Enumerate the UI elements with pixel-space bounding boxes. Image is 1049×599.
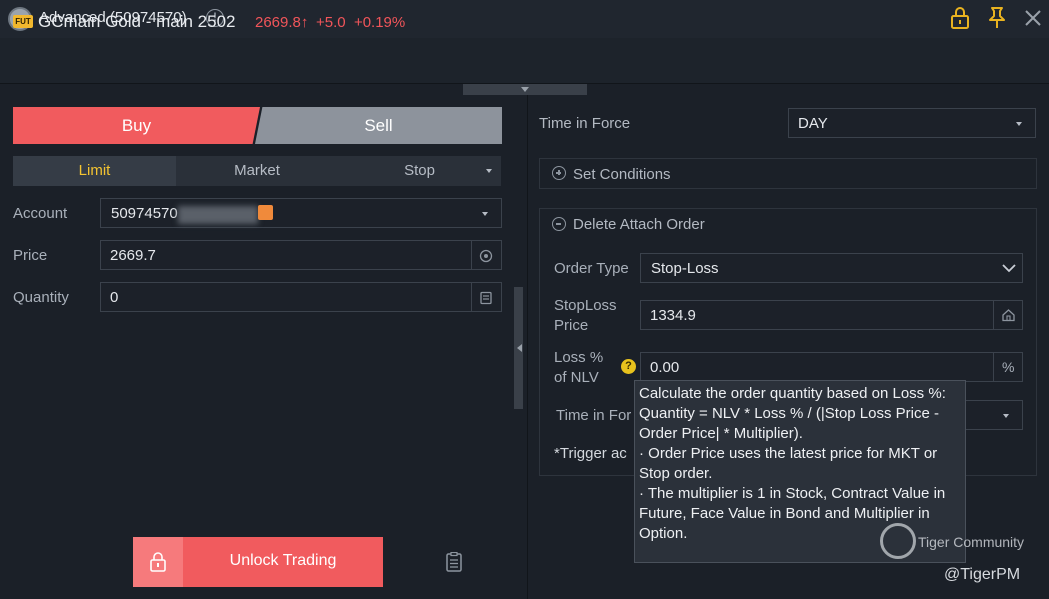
watermark-user: @TigerPM — [944, 566, 1021, 583]
chevron-down-icon — [482, 212, 488, 216]
chevron-left-icon[interactable] — [517, 344, 522, 352]
tab-limit[interactable]: Limit — [13, 156, 176, 186]
time-in-force-2-select[interactable] — [960, 400, 1023, 430]
field-divider — [993, 301, 994, 329]
buy-button[interactable]: Buy — [13, 107, 260, 144]
account-label: Account — [13, 205, 68, 222]
loss-percent-tooltip: Calculate the order quantity based on Lo… — [634, 380, 966, 563]
trigger-note: *Trigger ac — [554, 445, 627, 462]
tab-stop[interactable]: Stop — [338, 156, 501, 186]
quantity-input[interactable] — [100, 282, 502, 312]
futures-badge: FUT — [13, 15, 33, 28]
loss-label-line2: of NLV — [554, 369, 599, 386]
price-label: Price — [13, 247, 48, 264]
field-divider — [993, 353, 994, 381]
close-icon[interactable] — [1022, 7, 1044, 29]
sell-button[interactable]: Sell — [255, 107, 502, 144]
watermark-brand: Tiger Community — [918, 534, 1025, 550]
lock-icon[interactable] — [949, 6, 971, 30]
target-icon[interactable] — [479, 249, 493, 263]
tooltip-text: Calculate the order quantity based on Lo… — [639, 385, 946, 542]
percent-unit: % — [1002, 359, 1015, 375]
add-circle-icon — [552, 166, 566, 180]
loss-label-line1: Loss % — [554, 349, 604, 366]
panel-divider — [527, 95, 528, 599]
lock-icon — [150, 552, 166, 572]
time-in-force-label: Time in Force — [539, 115, 631, 132]
instrument-name[interactable]: GCmain Gold - main 2502 — [38, 12, 235, 32]
account-redaction — [178, 206, 258, 224]
stoploss-label-line1: StopLoss — [554, 297, 617, 314]
chevron-down-icon — [1003, 414, 1009, 418]
calculator-icon[interactable] — [479, 291, 493, 305]
chevron-down-icon — [1002, 264, 1016, 273]
unlock-trading-label: Unlock Trading — [229, 552, 337, 569]
delete-attach-order-label[interactable]: Delete Attach Order — [573, 216, 705, 233]
account-value: 50974570 — [111, 205, 178, 222]
loss-percent-input[interactable] — [640, 352, 1023, 382]
time-in-force-value: DAY — [798, 115, 828, 132]
chevron-down-icon — [1016, 122, 1022, 126]
tab-market[interactable]: Market — [176, 156, 338, 186]
price-value: 2669.7 — [110, 247, 156, 264]
tiger-logo-icon — [880, 523, 916, 559]
help-icon[interactable]: ? — [621, 359, 636, 374]
order-type-value: Stop-Loss — [651, 260, 719, 277]
instrument-header — [0, 38, 1049, 84]
instrument-change: +5.0 +0.19% — [316, 14, 406, 31]
field-divider — [471, 283, 472, 311]
remove-circle-icon[interactable] — [552, 217, 566, 231]
pin-icon[interactable] — [986, 6, 1008, 30]
stoploss-price-value: 1334.9 — [650, 307, 696, 324]
time-in-force-2-label: Time in For — [556, 407, 632, 424]
document-icon[interactable] — [445, 552, 463, 572]
set-conditions-label: Set Conditions — [573, 166, 671, 183]
quantity-label: Quantity — [13, 289, 69, 306]
price-input[interactable] — [100, 240, 502, 270]
instrument-price: 2669.8↑ — [255, 14, 309, 31]
home-calc-icon[interactable] — [1001, 308, 1016, 322]
quantity-value: 0 — [110, 289, 119, 306]
stoploss-label-line2: Price — [554, 317, 589, 334]
field-divider — [471, 241, 472, 269]
loss-percent-value: 0.00 — [650, 359, 680, 376]
stoploss-price-input[interactable] — [640, 300, 1023, 330]
collapse-handle[interactable] — [463, 84, 587, 95]
order-type-label: Order Type — [554, 260, 629, 277]
chevron-down-icon — [486, 169, 492, 173]
shield-icon — [258, 205, 273, 220]
